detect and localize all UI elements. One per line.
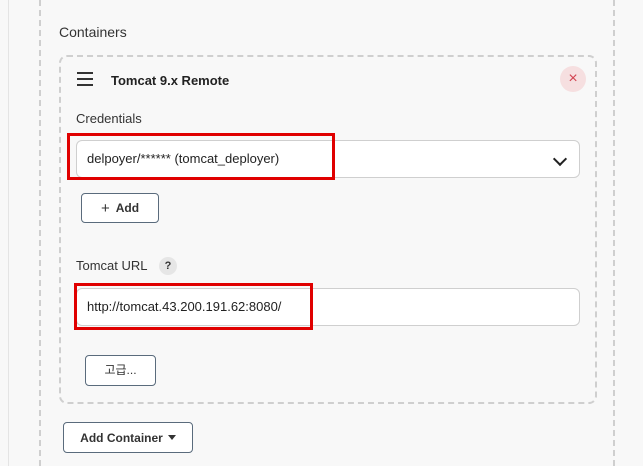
credentials-selected-value: delpoyer/****** (tomcat_deployer) — [87, 151, 280, 166]
help-icon[interactable]: ? — [159, 257, 177, 275]
credentials-select[interactable]: delpoyer/****** (tomcat_deployer) — [76, 140, 580, 178]
page-left-border — [8, 0, 9, 466]
outer-dashed-border-left — [39, 0, 41, 466]
container-title: Tomcat 9.x Remote — [111, 73, 230, 88]
plus-icon: + — [100, 199, 110, 217]
outer-dashed-border-right — [613, 0, 615, 466]
tomcat-url-input[interactable]: http://tomcat.43.200.191.62:8080/ — [76, 288, 580, 326]
caret-down-icon — [167, 435, 176, 440]
add-container-button[interactable]: Add Container — [63, 422, 193, 453]
container-card — [59, 55, 597, 404]
remove-container-button[interactable]: × — [560, 66, 586, 92]
add-credentials-button[interactable]: + Add — [81, 193, 159, 223]
tomcat-url-label: Tomcat URL — [76, 258, 148, 273]
advanced-button[interactable]: 고급... — [85, 355, 156, 386]
add-credentials-label: Add — [115, 201, 140, 215]
chevron-down-icon — [552, 151, 568, 167]
credentials-label: Credentials — [76, 111, 142, 126]
section-title: Containers — [59, 24, 127, 40]
drag-handle-icon[interactable] — [77, 72, 93, 86]
add-container-label: Add Container — [80, 430, 163, 445]
